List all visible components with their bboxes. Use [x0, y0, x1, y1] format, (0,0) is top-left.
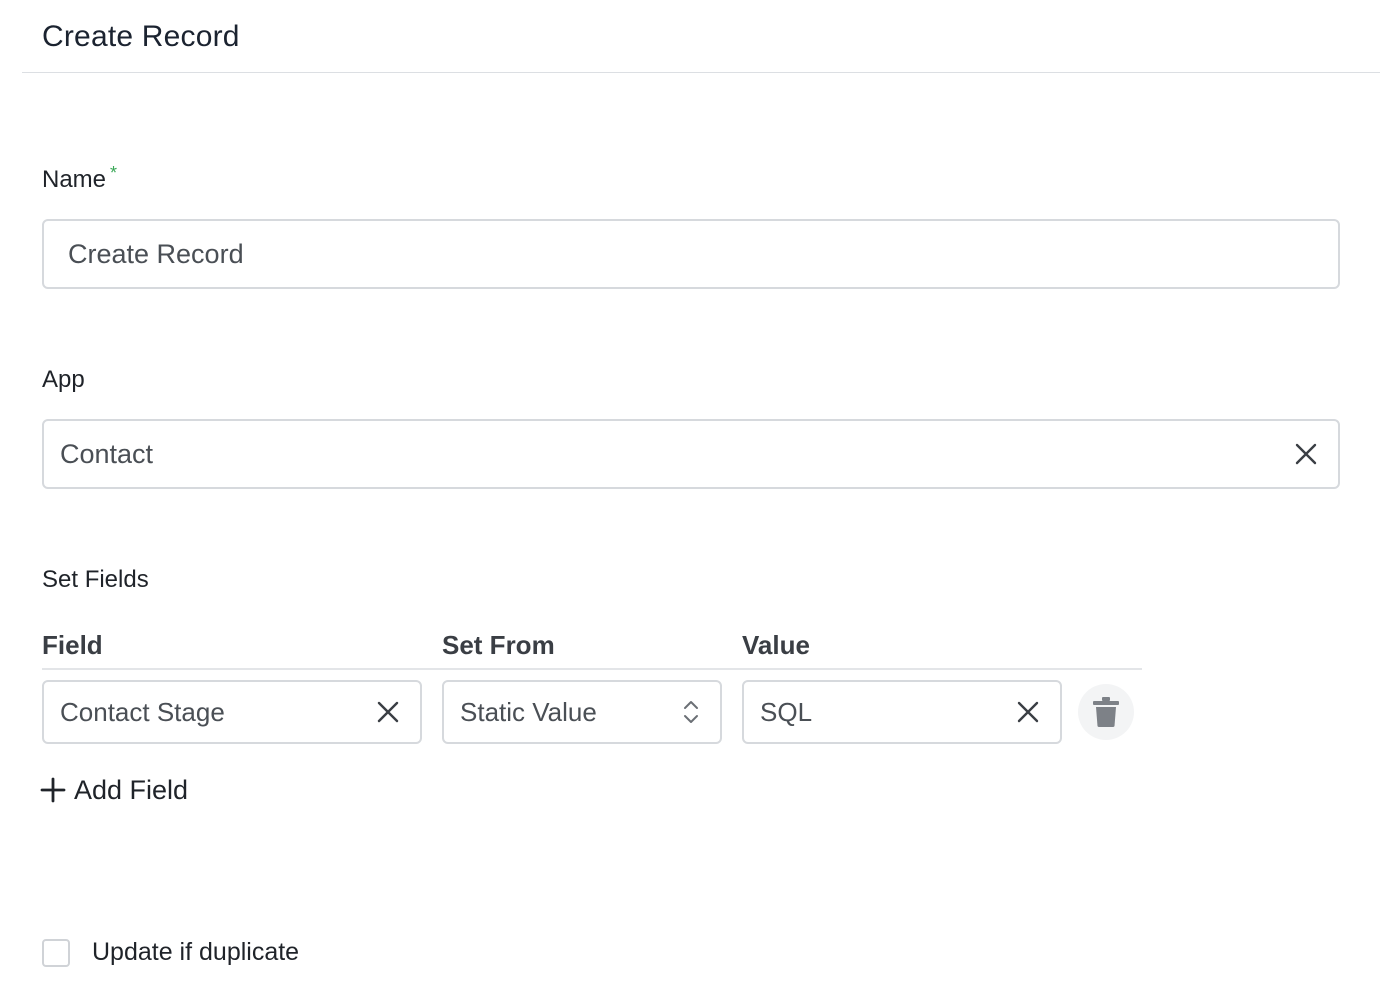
update-duplicate-label[interactable]: Update if duplicate — [92, 938, 299, 967]
column-header-field: Field — [42, 630, 103, 660]
update-duplicate-checkbox[interactable] — [42, 938, 70, 967]
update-duplicate-row: Update if duplicate — [42, 938, 299, 967]
plus-icon — [40, 777, 66, 803]
delete-row-button[interactable] — [1078, 684, 1134, 740]
page-title: Create Record — [42, 20, 240, 53]
field-select-value: Contact Stage — [60, 696, 225, 727]
trash-icon — [1093, 697, 1119, 727]
create-record-panel: Create Record Name* App Contact Set Fiel… — [0, 0, 1380, 1008]
value-field[interactable]: SQL — [742, 680, 1062, 744]
value-clear-button[interactable] — [1008, 692, 1048, 732]
name-label-text: Name — [42, 166, 107, 193]
column-header-value: Value — [742, 630, 810, 660]
field-clear-button[interactable] — [368, 692, 408, 732]
app-clear-button[interactable] — [1286, 434, 1326, 474]
panel-header: Create Record — [22, 0, 1380, 73]
add-field-button[interactable]: Add Field — [40, 770, 188, 810]
set-from-select[interactable]: Static Value — [442, 680, 722, 744]
set-from-select-value: Static Value — [460, 696, 597, 727]
chevron-up-down-icon — [684, 701, 698, 723]
set-fields-label: Set Fields — [42, 566, 149, 593]
close-icon — [1295, 443, 1317, 465]
field-select[interactable]: Contact Stage — [42, 680, 422, 744]
app-select-value: Contact — [60, 438, 154, 469]
required-mark: * — [110, 163, 118, 183]
add-field-label: Add Field — [74, 774, 189, 805]
value-field-value: SQL — [760, 696, 813, 727]
column-header-set-from: Set From — [442, 630, 555, 660]
name-field[interactable] — [42, 219, 1340, 289]
close-icon — [377, 701, 399, 723]
column-header-divider — [42, 668, 1142, 670]
set-from-stepper[interactable] — [676, 692, 706, 732]
close-icon — [1017, 701, 1039, 723]
app-label: App — [42, 366, 85, 393]
name-label: Name * — [42, 163, 118, 194]
app-select[interactable]: Contact — [42, 419, 1340, 489]
name-input[interactable] — [44, 221, 1338, 287]
